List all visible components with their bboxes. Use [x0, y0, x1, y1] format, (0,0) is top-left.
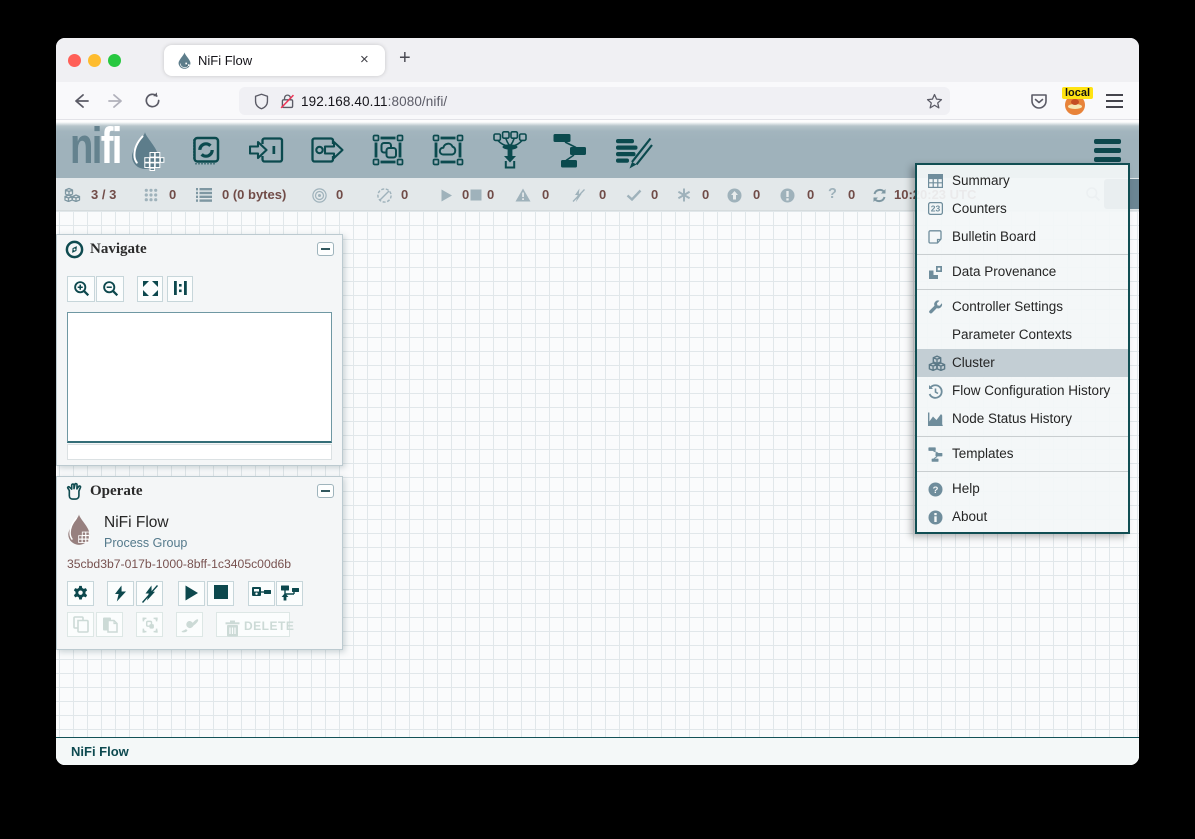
svg-text:?: ? — [933, 485, 939, 496]
svg-text:23: 23 — [931, 204, 941, 214]
